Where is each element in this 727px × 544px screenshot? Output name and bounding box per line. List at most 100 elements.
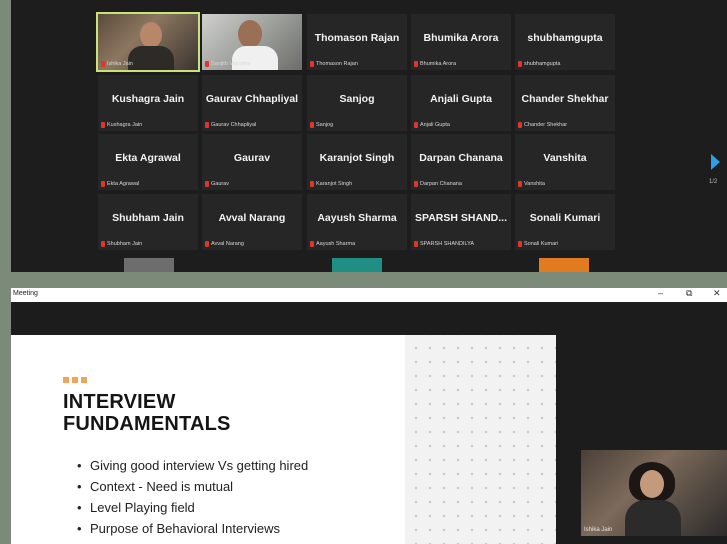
participant-tile[interactable]: SPARSH SHAND... SPARSH SHANDILYA <box>411 194 511 250</box>
participant-tile[interactable]: Chander Shekhar Chander Shekhar <box>515 75 615 131</box>
participant-display-name: Thomason Rajan <box>314 32 400 44</box>
self-view-label: Ishika Jain <box>584 527 613 533</box>
participant-name-text: shubhamgupta <box>524 61 561 67</box>
gallery-window: Ishika Jain Sanjith Vasudev Thomason Rajan… <box>11 0 727 272</box>
participant-name-label: Ekta Agrawal <box>101 181 139 187</box>
participant-name-text: Avval Narang <box>211 241 244 247</box>
muted-mic-icon <box>518 241 522 247</box>
muted-mic-icon <box>205 181 209 187</box>
close-button[interactable]: ✕ <box>713 288 721 299</box>
muted-mic-icon <box>414 181 418 187</box>
muted-mic-icon <box>310 181 314 187</box>
participant-video-face <box>140 22 162 48</box>
meeting-window: Meeting – ⧉ ✕ INTERVIEW FUNDAMENTALS Giv… <box>11 288 727 544</box>
participant-display-name: Vanshita <box>543 152 587 164</box>
participant-display-name: Gaurav <box>233 152 271 164</box>
muted-mic-icon <box>414 122 418 128</box>
participant-tile[interactable]: Sanjog Sanjog <box>307 75 407 131</box>
muted-mic-icon <box>101 122 105 128</box>
muted-mic-icon <box>101 241 105 247</box>
muted-mic-icon <box>518 61 522 67</box>
participant-name-label: Gaurav Chhapliyal <box>205 122 256 128</box>
participant-tile[interactable]: Aayush Sharma Aayush Sharma <box>307 194 407 250</box>
participant-tile[interactable]: Sanjith Vasudev <box>202 14 302 70</box>
participant-tile[interactable]: Gaurav Chhapliyal Gaurav Chhapliyal <box>202 75 302 131</box>
participant-name-text: Sanjith Vasudev <box>211 61 251 67</box>
participant-tile[interactable]: Darpan Chanana Darpan Chanana <box>411 134 511 190</box>
participant-display-name: SPARSH SHAND... <box>415 212 507 224</box>
participant-name-text: Thomason Rajan <box>316 61 358 67</box>
partial-tile-video <box>539 258 589 272</box>
muted-mic-icon <box>205 241 209 247</box>
participant-name-text: Aayush Sharma <box>316 241 356 247</box>
partial-tile-video <box>332 258 382 272</box>
participant-display-name: Karanjot Singh <box>319 152 395 164</box>
participant-name-text: SPARSH SHANDILYA <box>420 241 475 247</box>
muted-mic-icon <box>310 61 314 67</box>
participant-name-text: Sanjog <box>316 122 334 128</box>
page-indicator: 1/2 <box>709 179 718 185</box>
muted-mic-icon <box>414 61 418 67</box>
participant-tile[interactable]: Gaurav Gaurav <box>202 134 302 190</box>
slide-bullets: Giving good interview Vs getting hired C… <box>77 455 308 539</box>
participant-tile[interactable]: Ekta Agrawal Ekta Agrawal <box>98 134 198 190</box>
next-page-arrow-icon[interactable] <box>711 154 720 170</box>
participant-display-name: Ekta Agrawal <box>115 152 181 164</box>
window-titlebar: Meeting – ⧉ ✕ <box>11 288 727 302</box>
participant-name-label: Sanjog <box>310 122 333 128</box>
participant-display-name: Sanjog <box>339 93 375 105</box>
self-view-video[interactable]: Ishika Jain <box>581 450 727 536</box>
slide-title-line: FUNDAMENTALS <box>63 413 231 435</box>
participant-tile[interactable]: Bhumika Arora Bhumika Arora <box>411 14 511 70</box>
participant-tile[interactable]: Shubham Jain Shubham Jain <box>98 194 198 250</box>
participant-tile[interactable]: Kushagra Jain Kushagra Jain <box>98 75 198 131</box>
minimize-button[interactable]: – <box>658 288 663 298</box>
participant-name-label: shubhamgupta <box>518 61 560 67</box>
participant-tile[interactable]: Vanshita Vanshita <box>515 134 615 190</box>
slide-dot-pattern <box>405 335 556 544</box>
slide-title: INTERVIEW FUNDAMENTALS <box>63 391 231 435</box>
participant-display-name: Gaurav Chhapliyal <box>205 93 299 105</box>
participant-tile[interactable]: Anjali Gupta Anjali Gupta <box>411 75 511 131</box>
participant-name-label: Sanjith Vasudev <box>205 61 250 67</box>
participant-name-label: Chander Shekhar <box>518 122 567 128</box>
participant-display-name: Kushagra Jain <box>111 93 185 105</box>
participant-display-name: Bhumika Arora <box>423 32 499 44</box>
participant-tile[interactable]: Sonali Kumari Sonali Kumari <box>515 194 615 250</box>
participant-video-body <box>128 46 174 70</box>
bullet-item: Purpose of Behavioral Interviews <box>77 518 308 539</box>
participant-display-name: Avval Narang <box>218 212 286 224</box>
participant-tile[interactable]: Avval Narang Avval Narang <box>202 194 302 250</box>
participant-tile[interactable]: Karanjot Singh Karanjot Singh <box>307 134 407 190</box>
shared-slide: INTERVIEW FUNDAMENTALS Giving good inter… <box>11 335 556 544</box>
participant-name-text: Chander Shekhar <box>524 122 568 128</box>
participant-name-label: Sonali Kumari <box>518 241 558 247</box>
muted-mic-icon <box>101 181 105 187</box>
participant-name-label: Vanshita <box>518 181 545 187</box>
participant-name-label: Kushagra Jain <box>101 122 142 128</box>
partial-tile-video <box>124 258 174 272</box>
participant-display-name: Chander Shekhar <box>521 93 609 105</box>
participant-display-name: Aayush Sharma <box>317 212 397 224</box>
participant-display-name: Sonali Kumari <box>529 212 601 224</box>
participant-display-name: Darpan Chanana <box>419 152 503 164</box>
participant-tile[interactable]: Ishika Jain <box>96 12 200 72</box>
participant-name-text: Anjali Gupta <box>420 122 450 128</box>
slide-title-line: INTERVIEW <box>63 391 176 413</box>
participant-name-text: Vanshita <box>524 181 545 187</box>
window-title: Meeting <box>13 290 38 297</box>
participant-name-label: Gaurav <box>205 181 229 187</box>
maximize-button[interactable]: ⧉ <box>686 288 692 299</box>
muted-mic-icon <box>414 241 418 247</box>
participant-name-label: Shubham Jain <box>101 241 142 247</box>
participant-tile[interactable]: shubhamgupta shubhamgupta <box>515 14 615 70</box>
slide-accent-squares <box>63 377 87 383</box>
muted-mic-icon <box>205 122 209 128</box>
participant-display-name: shubhamgupta <box>527 32 603 44</box>
muted-mic-icon <box>518 181 522 187</box>
participant-name-label: Bhumika Arora <box>414 61 456 67</box>
participant-tile[interactable]: Thomason Rajan Thomason Rajan <box>307 14 407 70</box>
participant-name-text: Ishika Jain <box>107 61 133 67</box>
participant-name-label: Karanjot Singh <box>310 181 352 187</box>
participant-name-label: Ishika Jain <box>101 61 133 67</box>
